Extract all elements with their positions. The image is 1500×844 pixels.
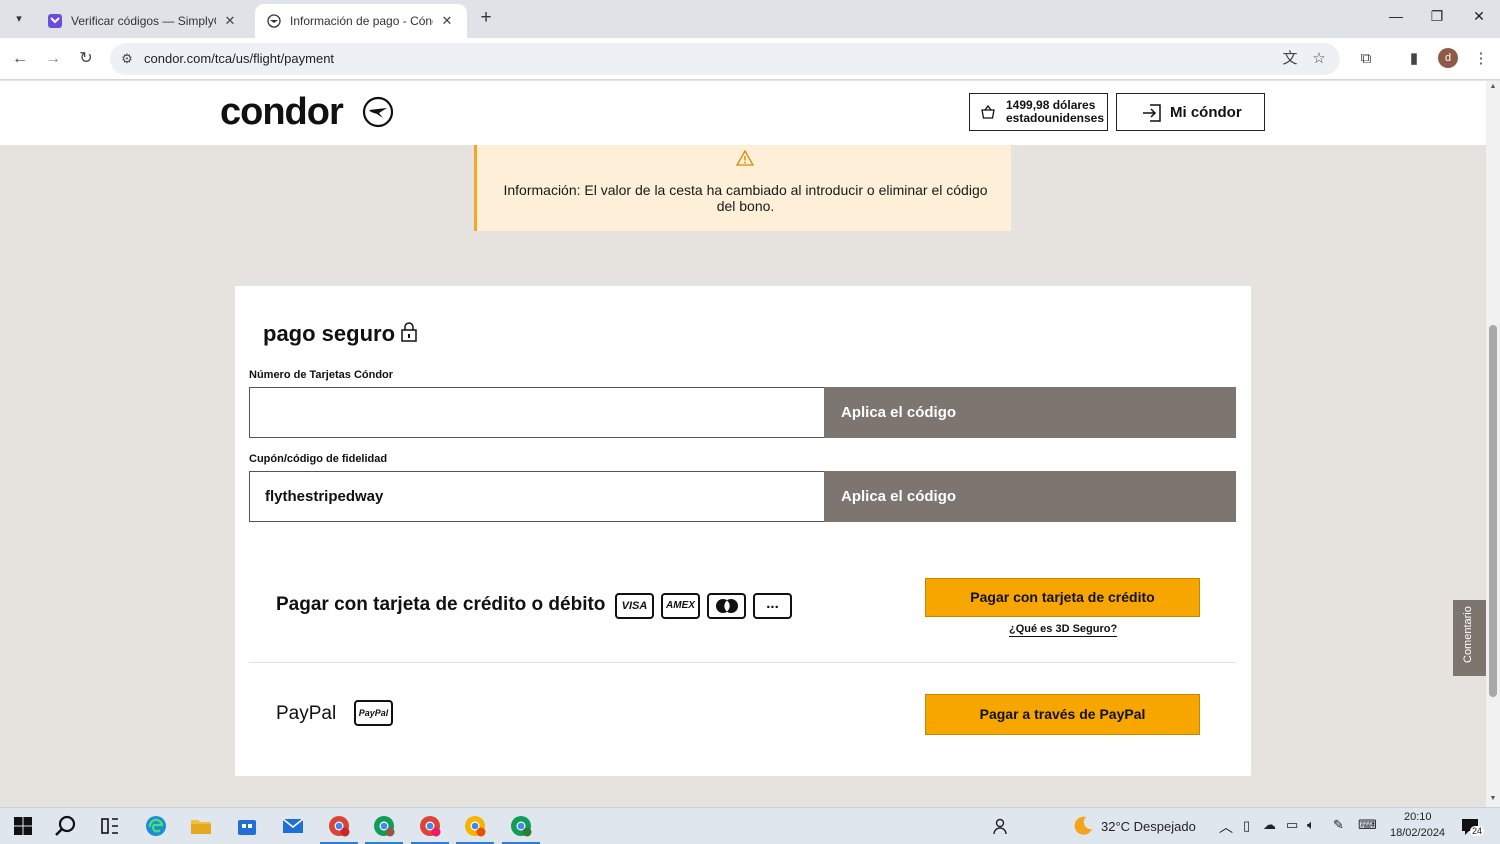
apply-coupon-button[interactable]: Aplica el código	[824, 471, 1236, 522]
site-settings-icon[interactable]: ⚙	[118, 50, 136, 68]
side-panel-icon[interactable]: ▮	[1404, 49, 1424, 69]
page-scrollbar[interactable]: ▲ ▼	[1486, 81, 1500, 807]
chrome-profile-1-icon[interactable]	[327, 814, 351, 838]
site-header: condor 1499,98 dólares estadounidenses M…	[0, 81, 1486, 145]
pen-icon[interactable]: ✎	[1333, 817, 1344, 833]
search-icon[interactable]	[54, 814, 78, 838]
condor-logo[interactable]: condor	[220, 91, 344, 134]
menu-icon[interactable]: ⋮	[1471, 49, 1491, 69]
mail-icon[interactable]	[281, 814, 305, 838]
my-condor-button[interactable]: Mi cóndor	[1116, 93, 1265, 131]
clock-time[interactable]: 20:10	[1404, 811, 1432, 823]
chrome-profile-2-icon[interactable]	[372, 814, 396, 838]
visa-logo: VISA	[615, 593, 654, 619]
edge-icon[interactable]	[144, 814, 168, 838]
paypal-title: PayPal	[276, 703, 337, 724]
chevron-up-icon[interactable]: ︿	[1219, 817, 1233, 837]
condor-icon	[267, 14, 281, 28]
my-condor-label: Mi cóndor	[1170, 104, 1242, 121]
cloud-icon[interactable]: ☁	[1263, 817, 1276, 833]
basket-icon	[981, 104, 995, 119]
reload-icon[interactable]: ↻	[75, 48, 97, 70]
simplycodes-icon	[48, 14, 62, 28]
extensions-icon[interactable]: ⧉	[1356, 49, 1376, 69]
weather-text[interactable]: 32°C Despejado	[1101, 819, 1196, 834]
credit-card-title: Pagar con tarjeta de crédito o débito	[276, 594, 606, 615]
cart-amount: 1499,98 dólares estadounidenses	[1006, 99, 1104, 125]
store-icon[interactable]	[235, 814, 259, 838]
scrollbar-thumb[interactable]	[1489, 325, 1497, 697]
browser-toolbar: ← → ↻ ⚙ condor.com/tca/us/flight/payment…	[0, 38, 1500, 80]
notification-count: 24	[1470, 826, 1485, 836]
tab-condor-payment[interactable]: Información de pago - Cóndor ✕	[255, 4, 467, 38]
taskbar: 32°C Despejado ︿ ▯ ☁ ▭ 🔈︎ ✎ ⌨ 20:10 18/0…	[0, 807, 1500, 844]
login-icon	[1143, 104, 1161, 122]
mastercard-icon	[715, 599, 738, 613]
tab-simplycodes[interactable]: Verificar códigos — SimplyCodes ✕	[36, 4, 250, 38]
address-bar[interactable]: ⚙ condor.com/tca/us/flight/payment 文 ☆	[110, 43, 1340, 75]
pay-credit-card-button[interactable]: Pagar con tarjeta de crédito	[925, 578, 1200, 617]
condor-card-input[interactable]	[249, 387, 825, 438]
notice-message: Información: El valor de la cesta ha cam…	[503, 182, 988, 214]
page-viewport: condor 1499,98 dólares estadounidenses M…	[0, 81, 1486, 807]
coupon-label: Cupón/código de fidelidad	[249, 453, 388, 465]
new-tab-button[interactable]: +	[475, 8, 497, 30]
restore-icon[interactable]: ❐	[1427, 8, 1447, 25]
coupon-input[interactable]: flythestripedway	[249, 471, 825, 522]
lock-icon	[401, 322, 417, 342]
file-explorer-icon[interactable]	[189, 814, 213, 838]
network-icon[interactable]: ▭	[1286, 817, 1298, 833]
paypal-logo: PayPal	[354, 700, 393, 726]
tab-title: Verificar códigos — SimplyCodes	[71, 14, 216, 28]
clock-date[interactable]: 18/02/2024	[1390, 827, 1445, 839]
cart-button[interactable]: 1499,98 dólares estadounidenses	[969, 93, 1108, 131]
back-icon[interactable]: ←	[9, 48, 31, 70]
page-title: pago seguro	[263, 321, 396, 346]
3d-secure-link[interactable]: ¿Qué es 3D Seguro?	[1009, 623, 1118, 637]
forward-icon[interactable]: →	[42, 48, 64, 70]
warning-icon	[736, 150, 754, 166]
tab-title: Información de pago - Cóndor	[290, 14, 433, 28]
translate-icon[interactable]: 文	[1280, 49, 1300, 69]
windows-start-icon[interactable]	[11, 814, 35, 838]
url-text[interactable]: condor.com/tca/us/flight/payment	[144, 51, 334, 66]
task-view-icon[interactable]	[98, 814, 122, 838]
apply-card-code-button[interactable]: Aplica el código	[824, 387, 1236, 438]
chrome-profile-3-icon[interactable]	[418, 814, 442, 838]
weather-moon-icon	[1074, 816, 1092, 835]
more-cards-logo: ...	[753, 593, 792, 619]
cart-amount-line2: estadounidenses	[1006, 111, 1105, 125]
feedback-tab[interactable]: Comentario	[1453, 600, 1486, 676]
chrome-profile-5-icon[interactable]	[509, 814, 533, 838]
profile-avatar[interactable]: d	[1438, 48, 1458, 68]
close-tab-icon[interactable]: ✕	[222, 13, 238, 29]
device-icon[interactable]: ▯	[1243, 818, 1250, 834]
pay-paypal-button[interactable]: Pagar a través de PayPal	[925, 694, 1200, 735]
mastercard-logo	[707, 593, 746, 619]
amex-logo: AMEX	[661, 593, 700, 619]
tab-search-button[interactable]: ▾	[7, 7, 31, 29]
condor-logo-icon	[362, 96, 394, 128]
keyboard-icon[interactable]: ⌨	[1358, 817, 1377, 833]
condor-card-label: Número de Tarjetas Cóndor	[249, 369, 394, 381]
feedback-label: Comentario	[1462, 606, 1474, 663]
scroll-down-icon[interactable]: ▼	[1489, 795, 1497, 802]
minimize-icon[interactable]: —	[1386, 8, 1406, 24]
divider	[249, 662, 1236, 663]
chrome-profile-4-icon[interactable]	[463, 814, 487, 838]
bookmark-star-icon[interactable]: ☆	[1309, 49, 1329, 69]
people-icon[interactable]	[992, 814, 1012, 838]
info-notice: Información: El valor de la cesta ha cam…	[474, 145, 1011, 231]
close-window-icon[interactable]: ✕	[1469, 8, 1489, 25]
volume-icon[interactable]: 🔈︎	[1307, 817, 1315, 833]
browser-tab-bar: ▾ Verificar códigos — SimplyCodes ✕ Info…	[0, 0, 1500, 38]
payment-card: pago seguro Número de Tarjetas Cóndor Ap…	[235, 286, 1251, 776]
close-tab-icon[interactable]: ✕	[439, 13, 455, 29]
scroll-up-icon[interactable]: ▲	[1489, 83, 1497, 90]
